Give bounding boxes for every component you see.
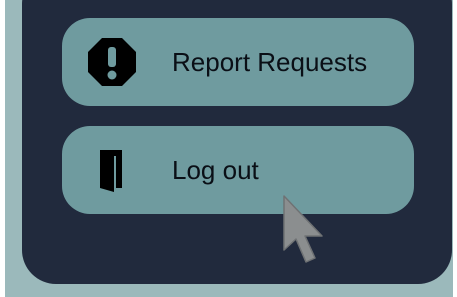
report-requests-label: Report Requests: [172, 47, 368, 77]
octagon-alert-icon: [88, 38, 136, 86]
door-exit-icon: [100, 150, 122, 192]
mouse-pointer-icon: [283, 195, 323, 263]
report-requests-button[interactable]: Report Requests: [62, 18, 414, 106]
log-out-label: Log out: [172, 155, 259, 185]
log-out-button[interactable]: Log out: [62, 126, 414, 214]
